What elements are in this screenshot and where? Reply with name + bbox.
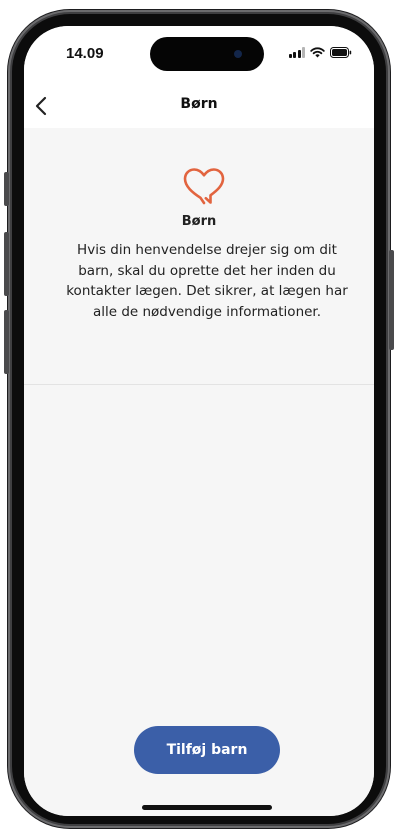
camera-indicator	[234, 50, 242, 58]
add-child-button[interactable]: Tilføj barn	[134, 726, 280, 774]
divider	[24, 384, 374, 385]
main-content: Børn Hvis din henvendelse drejer sig om …	[24, 128, 374, 816]
wifi-icon	[310, 47, 325, 58]
power-button	[389, 250, 394, 350]
page-title: Børn	[180, 96, 218, 112]
screen: 14.09 Børn Børn Hvis din henvendelse dre…	[24, 26, 374, 816]
page: 14.09 Børn Børn Hvis din henvendelse dre…	[0, 0, 398, 832]
volume-up-button	[4, 232, 9, 296]
heart-chat-icon	[183, 168, 225, 205]
action-button	[4, 172, 9, 206]
section-title: Børn	[181, 214, 217, 229]
status-bar: 14.09	[24, 26, 374, 84]
home-indicator[interactable]	[142, 805, 272, 810]
volume-down-button	[4, 310, 9, 374]
battery-icon	[330, 47, 352, 58]
dynamic-island	[150, 37, 264, 71]
description-text: Hvis din henvendelse drejer sig om dit b…	[66, 242, 348, 320]
navigation-bar: Børn	[24, 84, 374, 128]
status-icons	[288, 47, 353, 58]
signal-icon	[288, 47, 305, 58]
status-time: 14.09	[66, 45, 104, 62]
